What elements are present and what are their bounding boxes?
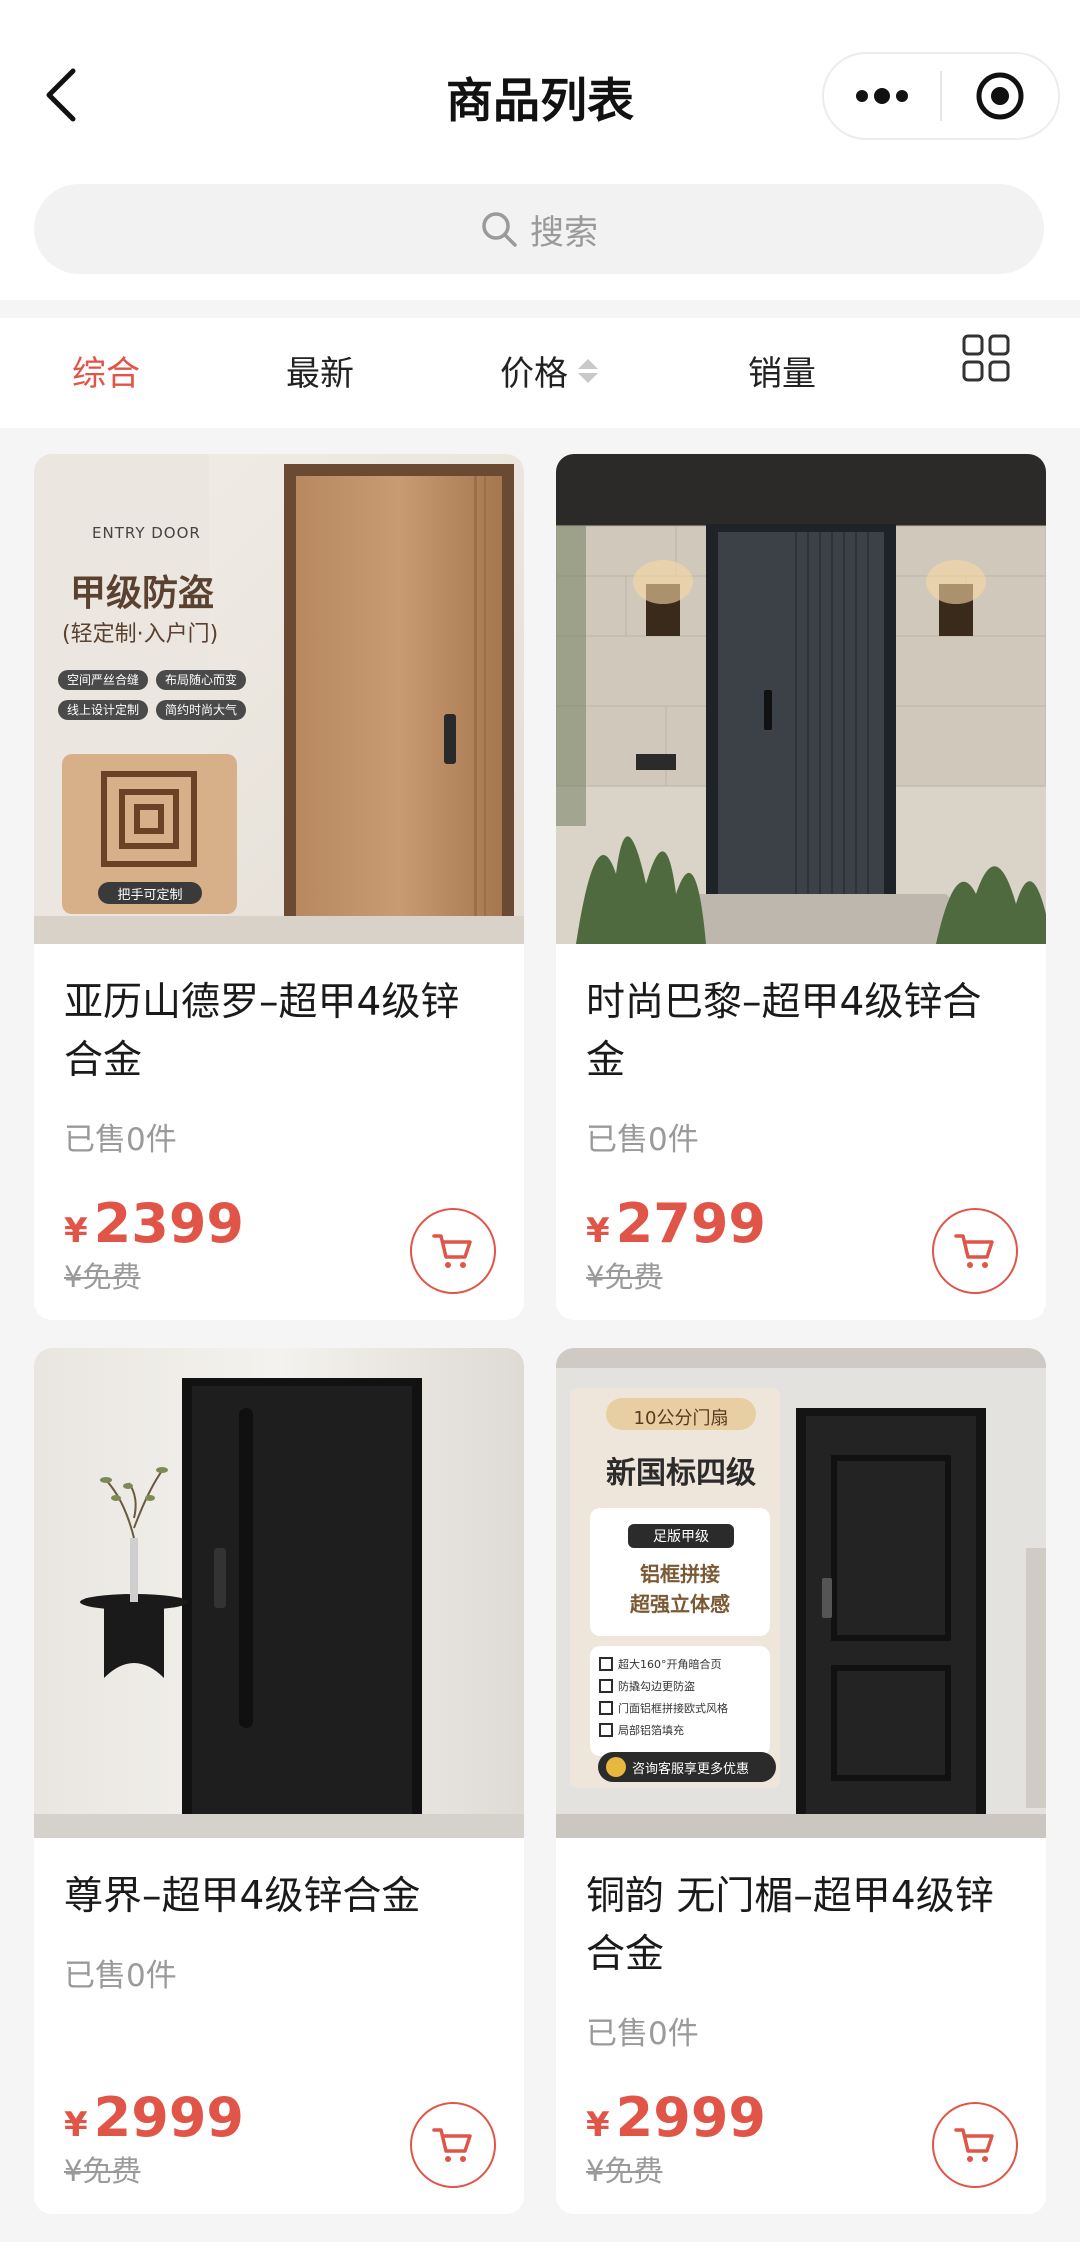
product-grid: ENTRY DOOR 甲级防盗 (轻定制·入户门) 空间严丝合缝 布局随心而变 … <box>0 428 1080 2242</box>
product-sold-count: 已售0件 <box>586 2016 699 2052</box>
sort-price[interactable]: 价格 <box>500 346 598 395</box>
image-subline: (轻定制·入户门) <box>62 622 219 647</box>
header: 商品列表 搜索 <box>0 0 1080 300</box>
sort-label: 综合 <box>72 354 140 394</box>
image-tag: 空间严丝合缝 <box>66 673 139 687</box>
product-original-price: ¥免费 <box>64 2154 141 2188</box>
product-name[interactable]: 亚历山德罗–超甲4级锌合金 <box>64 974 494 1090</box>
product-price: ¥ 2399 <box>64 1192 244 1255</box>
product-price: ¥ 2999 <box>586 2086 766 2149</box>
target-circle-icon <box>976 72 1024 120</box>
currency-symbol: ¥ <box>64 1211 88 1251</box>
layout-toggle-button[interactable] <box>962 334 1010 382</box>
image-tag: 线上设计定制 <box>66 703 139 717</box>
image-headline: 新国标四级 <box>606 1456 756 1491</box>
cart-icon <box>432 1234 472 1268</box>
sort-newest[interactable]: 最新 <box>286 346 354 395</box>
price-value: 2399 <box>93 1192 244 1255</box>
door-image-grey <box>556 454 1046 944</box>
add-to-cart-button[interactable] <box>932 2102 1018 2188</box>
image-pill: 足版甲级 <box>653 1529 709 1545</box>
product-price: ¥ 2999 <box>64 2086 244 2149</box>
search-bar[interactable]: 搜索 <box>34 184 1044 274</box>
sort-label: 最新 <box>286 354 354 394</box>
sort-comprehensive[interactable]: 综合 <box>72 346 140 395</box>
product-original-price: ¥免费 <box>64 1260 141 1294</box>
search-input[interactable]: 搜索 <box>34 184 1044 274</box>
sort-bar: 综合 最新 价格 销量 <box>0 318 1080 428</box>
product-image[interactable]: ENTRY DOOR 甲级防盗 (轻定制·入户门) 空间严丝合缝 布局随心而变 … <box>34 454 524 944</box>
more-button[interactable] <box>824 54 940 138</box>
image-badge: 10公分门扇 <box>633 1408 729 1429</box>
image-subline: 超强立体感 <box>630 1592 730 1616</box>
sort-sales[interactable]: 销量 <box>748 346 816 395</box>
more-dots-icon <box>856 88 908 104</box>
cart-icon <box>432 2128 472 2162</box>
product-card[interactable]: 时尚巴黎–超甲4级锌合金 已售0件 ¥ 2799 ¥免费 <box>556 454 1046 1320</box>
close-program-button[interactable] <box>942 54 1058 138</box>
image-headline: 甲级防盗 <box>70 573 215 614</box>
mini-program-capsule <box>822 52 1060 140</box>
image-feature: 超大160°开角暗合页 <box>618 1658 722 1671</box>
product-name[interactable]: 铜韵 无门楣–超甲4级锌合金 <box>586 1868 1016 1984</box>
currency-symbol: ¥ <box>586 2105 610 2145</box>
product-image[interactable]: 10公分门扇 新国标四级 足版甲级 铝框拼接 超强立体感 超大160°开角暗合页… <box>556 1348 1046 1838</box>
add-to-cart-button[interactable] <box>410 2102 496 2188</box>
product-sold-count: 已售0件 <box>64 1122 177 1158</box>
product-price: ¥ 2799 <box>586 1192 766 1255</box>
product-original-price: ¥免费 <box>586 2154 663 2188</box>
sort-arrows-icon <box>578 358 598 383</box>
price-value: 2999 <box>615 2086 766 2149</box>
sort-label: 销量 <box>748 354 816 394</box>
product-image[interactable] <box>34 1348 524 1838</box>
price-value: 2999 <box>93 2086 244 2149</box>
currency-symbol: ¥ <box>586 1211 610 1251</box>
product-sold-count: 已售0件 <box>64 1958 177 1994</box>
cart-icon <box>954 2128 994 2162</box>
image-tag: 简约时尚大气 <box>164 703 237 717</box>
product-original-price: ¥免费 <box>586 1260 663 1294</box>
price-value: 2799 <box>615 1192 766 1255</box>
grid-layout-icon <box>962 334 1010 382</box>
image-consult: 咨询客服享更多优惠 <box>632 1762 750 1777</box>
image-subline: 铝框拼接 <box>640 1562 720 1586</box>
door-image-black <box>34 1348 524 1838</box>
product-image[interactable] <box>556 454 1046 944</box>
product-name[interactable]: 尊界–超甲4级锌合金 <box>64 1868 494 1926</box>
image-handle-label: 把手可定制 <box>117 888 183 903</box>
sort-label: 价格 <box>500 354 568 394</box>
add-to-cart-button[interactable] <box>932 1208 1018 1294</box>
image-feature: 局部铝箔填充 <box>618 1724 684 1737</box>
add-to-cart-button[interactable] <box>410 1208 496 1294</box>
product-card[interactable]: ENTRY DOOR 甲级防盗 (轻定制·入户门) 空间严丝合缝 布局随心而变 … <box>34 454 524 1320</box>
image-tag: 布局随心而变 <box>164 673 237 687</box>
product-card[interactable]: 10公分门扇 新国标四级 足版甲级 铝框拼接 超强立体感 超大160°开角暗合页… <box>556 1348 1046 2214</box>
product-name[interactable]: 时尚巴黎–超甲4级锌合金 <box>586 974 1016 1090</box>
search-icon <box>482 212 517 247</box>
cart-icon <box>954 1234 994 1268</box>
image-feature: 门面铝框拼接欧式风格 <box>618 1702 728 1715</box>
image-brand: ENTRY DOOR <box>92 524 201 542</box>
image-feature: 防撬勾边更防盗 <box>618 1680 695 1693</box>
nav-bar: 商品列表 <box>0 0 1080 180</box>
product-sold-count: 已售0件 <box>586 1122 699 1158</box>
product-card[interactable]: 尊界–超甲4级锌合金 已售0件 ¥ 2999 ¥免费 <box>34 1348 524 2214</box>
search-placeholder: 搜索 <box>530 212 598 253</box>
currency-symbol: ¥ <box>64 2105 88 2145</box>
